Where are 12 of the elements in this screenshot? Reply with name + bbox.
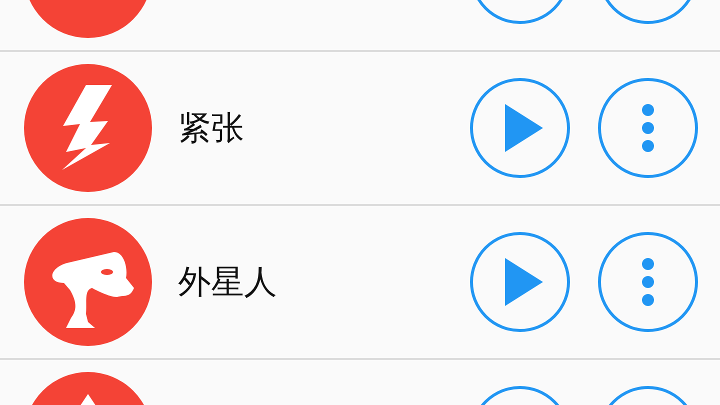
sound-name: 紧张 (178, 107, 245, 150)
more-icon (642, 258, 654, 306)
play-button[interactable] (470, 232, 570, 332)
play-button[interactable] (470, 78, 570, 178)
more-button[interactable] (598, 78, 698, 178)
alien-icon (24, 218, 152, 346)
play-icon (505, 258, 543, 306)
more-icon (642, 104, 654, 152)
sound-name: 外星人 (178, 261, 278, 304)
more-button[interactable] (598, 232, 698, 332)
lightning-icon (24, 64, 152, 192)
play-icon (505, 104, 543, 152)
